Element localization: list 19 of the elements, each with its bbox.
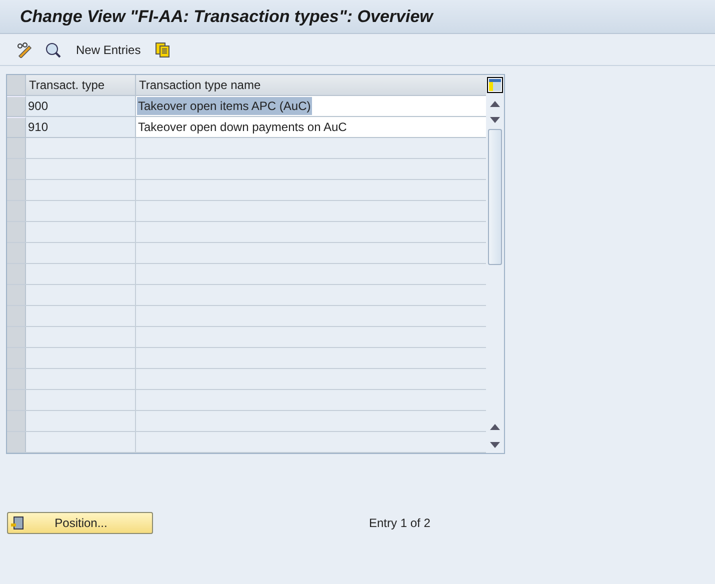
window-title: Change View "FI-AA: Transaction types": Overview	[20, 6, 433, 28]
scroll-up-icon[interactable]	[490, 424, 500, 430]
name-input-field[interactable]: Takeover open items APC (AuC)	[137, 97, 312, 115]
entry-counter: Entry 1 of 2	[369, 515, 430, 532]
scroll-down-icon[interactable]	[490, 442, 500, 448]
copy-icon[interactable]	[154, 42, 171, 58]
column-header[interactable]: Transact. type	[26, 75, 136, 95]
scroll-down-icon[interactable]	[490, 117, 500, 123]
table-cell: 910	[26, 117, 136, 137]
magnifier-icon[interactable]	[44, 42, 62, 58]
pencil-glasses-icon[interactable]	[16, 42, 34, 58]
scroll-up-icon[interactable]	[490, 101, 500, 107]
position-icon	[10, 516, 24, 530]
scrollbar-thumb[interactable]	[488, 129, 502, 265]
column-header[interactable]: Transaction type name	[136, 75, 486, 95]
column-settings-icon[interactable]	[487, 77, 503, 93]
table-cell: 900	[26, 96, 136, 116]
position-button[interactable]: Position...	[7, 512, 153, 534]
new-entries-button[interactable]: New Entries	[72, 40, 145, 58]
